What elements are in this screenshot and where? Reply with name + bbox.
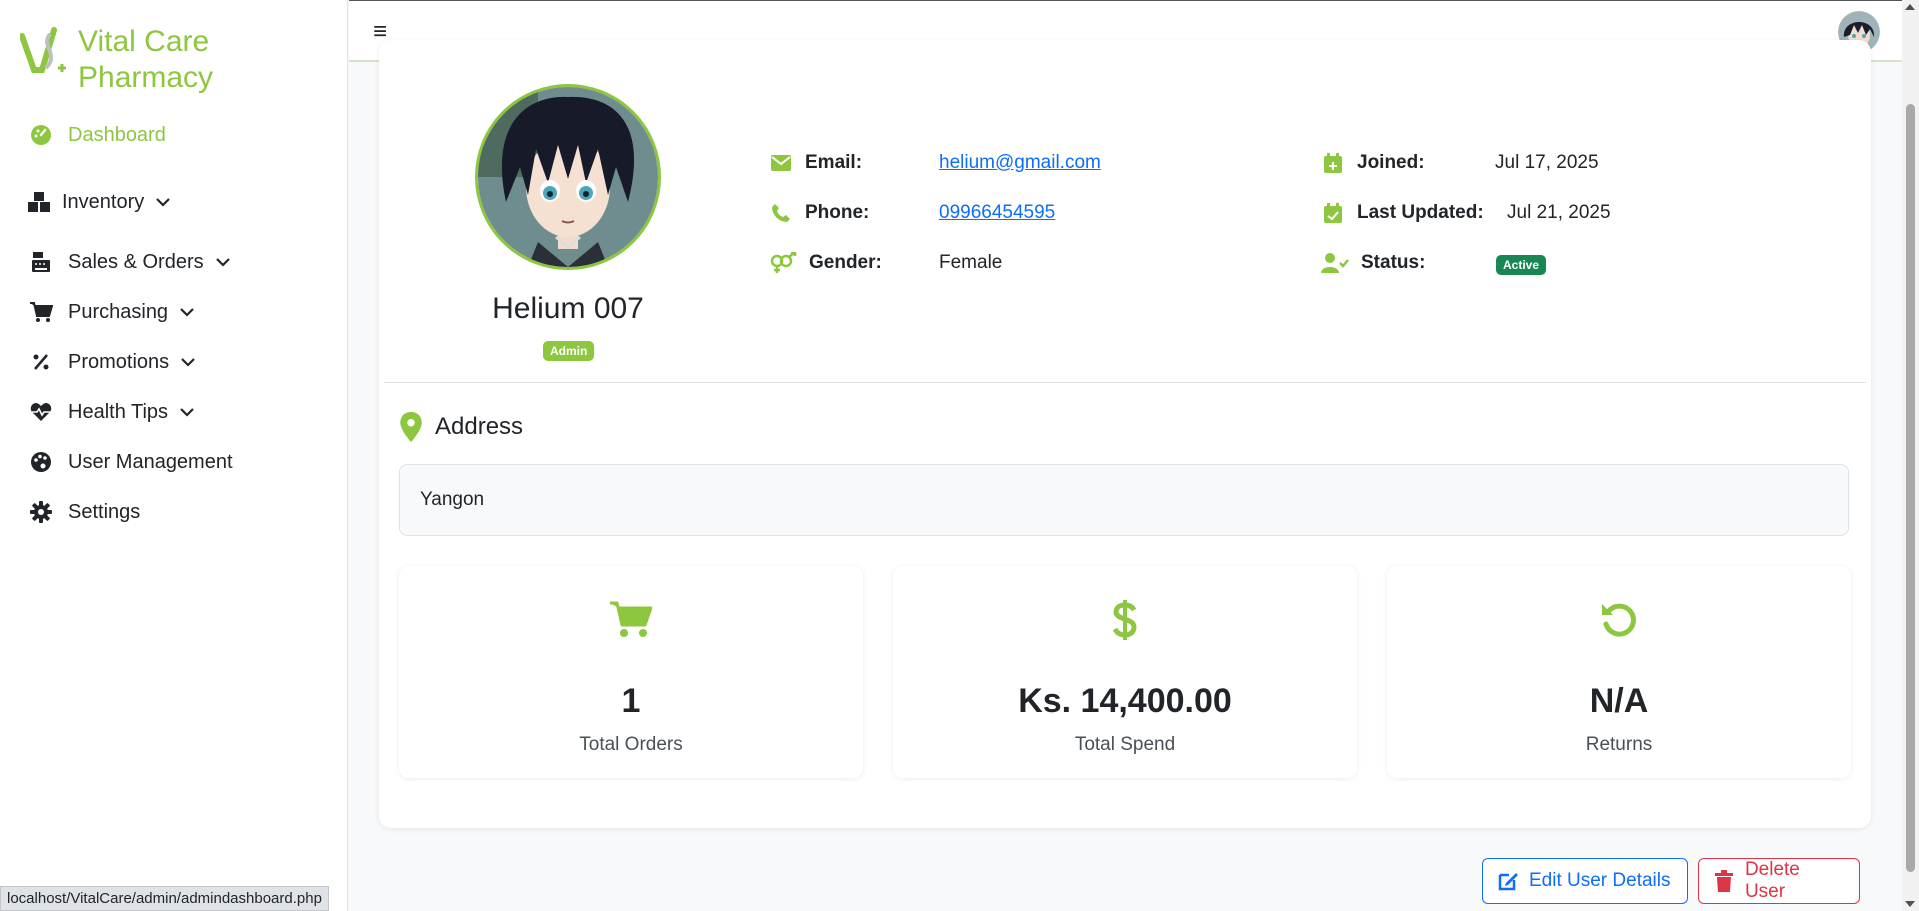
status-bar-url: localhost/VitalCare/admin/admindashboard… <box>0 886 329 911</box>
user-profile-card: Helium 007 Admin Email: helium@gmail.com… <box>379 40 1871 828</box>
chevron-down-icon <box>181 358 195 367</box>
joined-label: Joined: <box>1357 152 1425 173</box>
map-marker-icon <box>400 412 422 442</box>
sidebar-item-label: Sales & Orders <box>68 250 204 273</box>
calendar-plus-icon <box>1321 151 1345 175</box>
section-divider <box>384 382 1866 383</box>
edit-user-label: Edit User Details <box>1529 870 1671 891</box>
profile-photo-icon <box>478 87 658 267</box>
sidebar-item-sales-orders[interactable]: Sales & Orders <box>28 237 233 287</box>
stat-value: Ks. 14,400.00 <box>1018 682 1232 720</box>
trash-icon <box>1714 870 1733 892</box>
cash-register-icon <box>28 249 54 275</box>
stat-card-spend: Ks. 14,400.00 Total Spend <box>893 566 1357 778</box>
role-badge: Admin <box>543 341 595 361</box>
calendar-check-icon <box>1321 201 1345 225</box>
stat-value: 1 <box>621 682 641 720</box>
phone-link[interactable]: 09966454595 <box>939 202 1055 223</box>
edit-icon <box>1498 873 1518 891</box>
chevron-down-icon <box>215 258 230 267</box>
venus-mars-icon <box>769 251 797 275</box>
stat-label: Returns <box>1585 734 1653 755</box>
status-label: Status: <box>1361 252 1426 273</box>
phone-row: Phone: <box>769 201 869 225</box>
palette-icon <box>28 449 54 475</box>
sidebar-item-purchasing[interactable]: Purchasing <box>28 287 233 337</box>
email-link[interactable]: helium@gmail.com <box>939 152 1101 173</box>
cart-icon <box>28 299 54 325</box>
cart-icon <box>399 600 863 642</box>
undo-icon <box>1387 600 1851 642</box>
sidebar-item-label: User Management <box>68 450 233 473</box>
chevron-down-icon <box>180 408 194 417</box>
chevron-down-icon <box>180 308 194 317</box>
brand[interactable]: Vital Care Pharmacy <box>20 24 213 96</box>
stat-label: Total Spend <box>1074 734 1176 755</box>
user-check-icon <box>1321 251 1349 275</box>
gear-icon <box>28 499 54 525</box>
heartbeat-icon <box>28 399 54 425</box>
phone-label: Phone: <box>805 202 870 223</box>
scrollbar-thumb[interactable] <box>1906 104 1915 872</box>
email-row: Email: <box>769 151 862 175</box>
sidebar-item-promotions[interactable]: Promotions <box>28 337 233 387</box>
email-value[interactable]: helium@gmail.com <box>939 152 1101 174</box>
sidebar-item-inventory[interactable]: Inventory <box>26 177 233 227</box>
brand-name: Vital Care Pharmacy <box>78 24 213 96</box>
boxes-icon <box>26 189 52 215</box>
status-row: Status: <box>1321 251 1425 275</box>
phone-value[interactable]: 09966454595 <box>939 202 1055 224</box>
joined-row: Joined: <box>1321 151 1425 175</box>
sidebar-item-label: Health Tips <box>68 400 169 423</box>
brand-name-line1: Vital Care <box>78 25 210 58</box>
sidebar-item-health-tips[interactable]: Health Tips <box>28 387 233 437</box>
sidebar-item-label: Settings <box>68 500 141 523</box>
updated-label: Last Updated: <box>1357 202 1484 223</box>
dollar-icon <box>893 600 1357 642</box>
updated-value: Jul 21, 2025 <box>1507 202 1611 223</box>
address-heading: Address <box>399 412 523 442</box>
gender-label: Gender: <box>809 252 882 273</box>
status-badge: Active <box>1496 255 1547 275</box>
sidebar-item-dashboard[interactable]: Dashboard <box>28 115 233 155</box>
percent-icon <box>28 349 54 375</box>
hamburger-menu-icon[interactable]: ≡ <box>373 20 387 44</box>
scroll-down-icon[interactable] <box>1905 901 1915 907</box>
address-value: Yangon <box>399 464 1849 536</box>
sidebar-item-label: Dashboard <box>68 123 166 146</box>
scroll-up-icon[interactable] <box>1905 4 1915 10</box>
delete-user-button[interactable]: Delete User <box>1698 858 1860 904</box>
stat-card-orders: 1 Total Orders <box>399 566 863 778</box>
email-label: Email: <box>805 152 863 173</box>
envelope-icon <box>769 151 793 175</box>
chevron-down-icon <box>156 198 171 207</box>
profile-name: Helium 007 <box>492 292 644 325</box>
page-scrollbar[interactable] <box>1902 0 1919 911</box>
gender-value: Female <box>939 252 1003 273</box>
sidebar-item-label: Purchasing <box>68 300 169 323</box>
profile-avatar <box>475 84 661 270</box>
sidebar: Vital Care Pharmacy Dashboard Inventory … <box>0 0 348 911</box>
edit-user-button[interactable]: Edit User Details <box>1482 858 1688 904</box>
stat-card-returns: N/A Returns <box>1387 566 1851 778</box>
sidebar-item-label: Promotions <box>68 350 170 373</box>
joined-value: Jul 17, 2025 <box>1495 152 1599 173</box>
stat-label: Total Orders <box>579 734 683 755</box>
phone-icon <box>769 201 793 225</box>
sidebar-nav: Dashboard Inventory Sales & Orders Purch… <box>28 115 233 537</box>
brand-logo-icon <box>20 27 66 73</box>
address-heading-label: Address <box>435 413 524 440</box>
sidebar-item-settings[interactable]: Settings <box>28 487 233 537</box>
stat-value: N/A <box>1589 682 1649 720</box>
delete-user-label: Delete User <box>1744 859 1800 902</box>
brand-name-line2: Pharmacy <box>78 61 214 94</box>
gender-row: Gender: <box>769 251 882 275</box>
sidebar-item-label: Inventory <box>62 190 145 213</box>
updated-row: Last Updated: <box>1321 201 1484 225</box>
sidebar-item-user-management[interactable]: User Management <box>28 437 233 487</box>
gauge-icon <box>28 122 54 148</box>
